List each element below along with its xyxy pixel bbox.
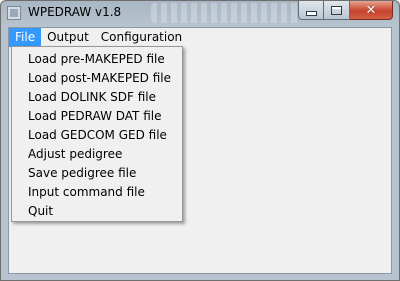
menu-item-load-post-makeped[interactable]: Load post-MAKEPED file: [14, 69, 180, 88]
menu-item-load-dolink-sdf[interactable]: Load DOLINK SDF file: [14, 88, 180, 107]
menu-item-load-pedraw-dat[interactable]: Load PEDRAW DAT file: [14, 107, 180, 126]
app-icon[interactable]: [7, 6, 21, 20]
close-button[interactable]: ✕: [350, 1, 393, 20]
menu-output[interactable]: Output: [41, 28, 95, 47]
menu-item-load-gedcom-ged[interactable]: Load GEDCOM GED file: [14, 126, 180, 145]
menu-item-quit[interactable]: Quit: [14, 202, 180, 221]
title-bar[interactable]: WPEDRAW v1.8 ✕: [1, 1, 399, 26]
app-window: WPEDRAW v1.8 ✕ File Output Configuration…: [0, 0, 400, 281]
menu-item-adjust-pedigree[interactable]: Adjust pedigree: [14, 145, 180, 164]
minimize-button[interactable]: [298, 1, 324, 20]
minimize-icon: [305, 10, 317, 16]
caption-buttons: ✕: [298, 1, 393, 20]
maximize-button[interactable]: [324, 1, 350, 20]
menu-file[interactable]: File: [9, 28, 42, 47]
window-title: WPEDRAW v1.8: [28, 5, 122, 19]
maximize-icon: [331, 5, 342, 15]
menu-item-load-pre-makeped[interactable]: Load pre-MAKEPED file: [14, 50, 180, 69]
close-icon: ✕: [365, 2, 377, 18]
title-watermark: [151, 3, 301, 23]
file-menu-dropdown: Load pre-MAKEPED file Load post-MAKEPED …: [11, 46, 183, 222]
menu-item-input-command[interactable]: Input command file: [14, 183, 180, 202]
menu-item-save-pedigree[interactable]: Save pedigree file: [14, 164, 180, 183]
menu-bar: File Output Configuration: [9, 28, 391, 47]
menu-configuration[interactable]: Configuration: [95, 28, 188, 47]
